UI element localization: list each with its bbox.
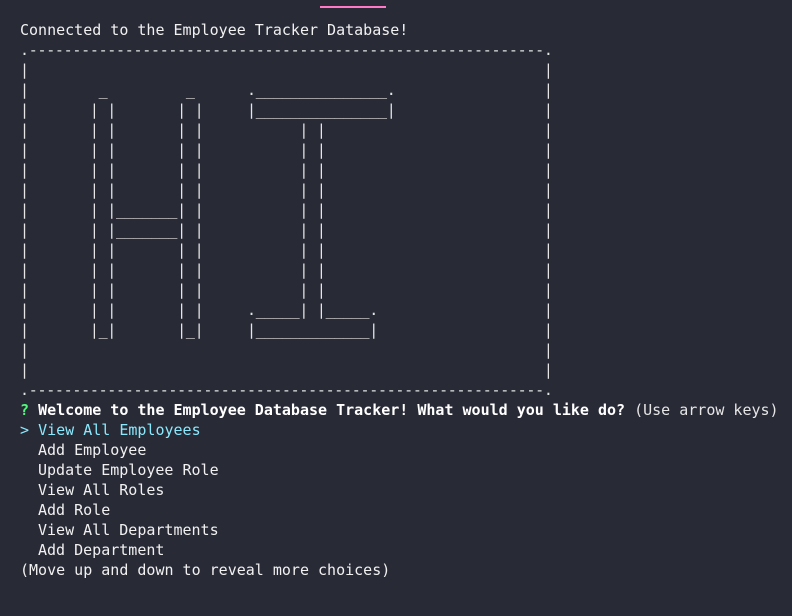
choice-view-all-roles[interactable]: View All Roles (20, 480, 779, 500)
terminal-output: Connected to the Employee Tracker Databa… (20, 20, 779, 580)
tab-indicator (320, 6, 386, 8)
choice-update-employee-role[interactable]: Update Employee Role (20, 460, 779, 480)
pointer-icon: > (20, 421, 30, 439)
choice-add-department[interactable]: Add Department (20, 540, 779, 560)
choice-view-all-departments[interactable]: View All Departments (20, 520, 779, 540)
choice-label: View All Employees (38, 421, 201, 439)
ascii-banner: .---------------------------------------… (20, 41, 553, 399)
more-choices-hint: (Move up and down to reveal more choices… (20, 561, 391, 579)
connection-message: Connected to the Employee Tracker Databa… (20, 21, 409, 39)
choice-label: Add Role (38, 501, 111, 519)
choice-view-all-employees[interactable]: > View All Employees (20, 420, 779, 440)
choice-label: Update Employee Role (38, 461, 219, 479)
question-mark-icon: ? (20, 401, 30, 419)
choice-label: Add Employee (38, 441, 147, 459)
choice-add-employee[interactable]: Add Employee (20, 440, 779, 460)
prompt-question: Welcome to the Employee Database Tracker… (38, 401, 626, 419)
choice-label: Add Department (38, 541, 165, 559)
choice-add-role[interactable]: Add Role (20, 500, 779, 520)
prompt-hint: (Use arrow keys) (634, 401, 779, 419)
choice-label: View All Departments (38, 521, 219, 539)
choice-label: View All Roles (38, 481, 165, 499)
prompt-line: ? Welcome to the Employee Database Track… (20, 400, 779, 420)
